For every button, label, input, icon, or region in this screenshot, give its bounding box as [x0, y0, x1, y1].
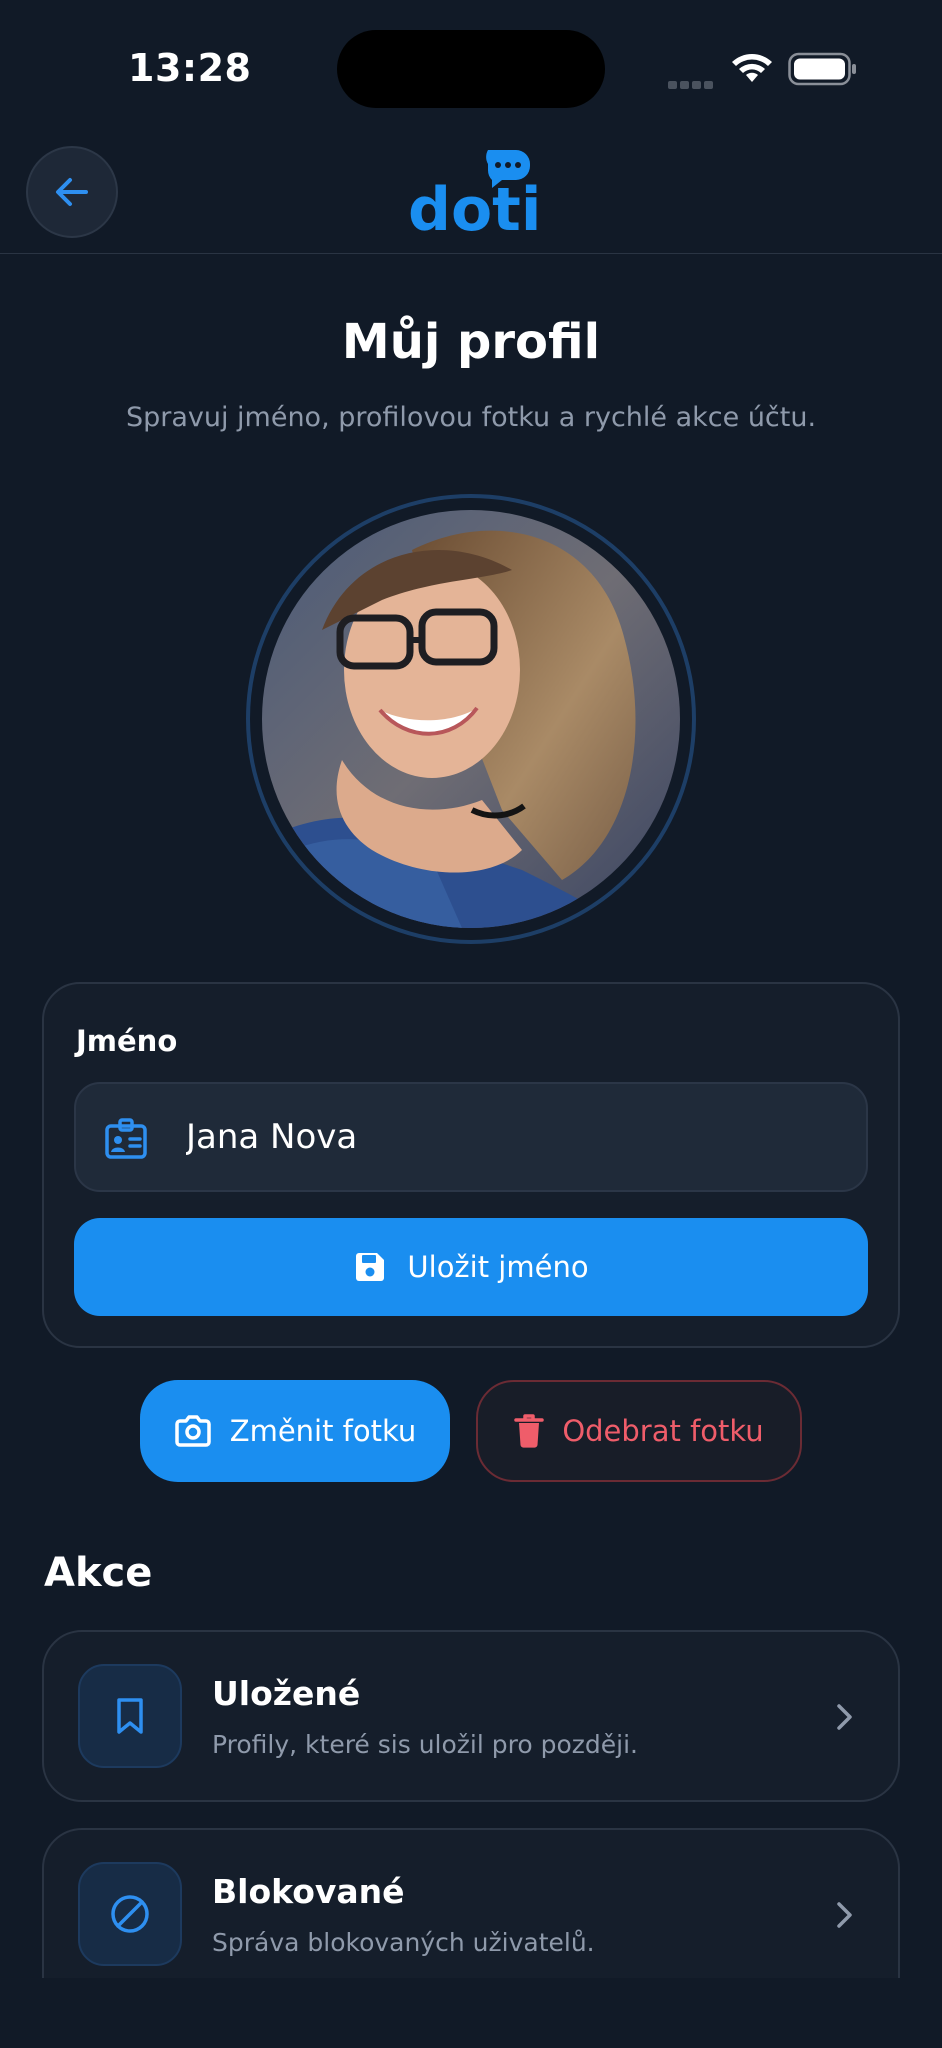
remove-photo-button[interactable]: Odebrat fotku [476, 1380, 802, 1482]
action-title: Uložené [212, 1674, 361, 1713]
trash-icon [514, 1414, 545, 1448]
app-header: doti [0, 130, 942, 254]
name-input[interactable] [186, 1084, 836, 1190]
chevron-right-icon [837, 1704, 852, 1730]
page-title: Můj profil [341, 314, 601, 370]
save-name-label: Uložit jméno [407, 1250, 589, 1284]
change-photo-label: Změnit fotku [229, 1414, 417, 1448]
change-photo-button[interactable]: Změnit fotku [140, 1380, 450, 1482]
action-item-blocked[interactable]: Blokované Správa blokovaných uživatelů. [42, 1828, 900, 1978]
action-icon-box [78, 1862, 182, 1966]
floppy-disk-icon [356, 1253, 385, 1281]
action-icon-box [78, 1664, 182, 1768]
profile-avatar[interactable] [246, 494, 696, 944]
name-card: Jméno Uložit jméno [42, 982, 900, 1348]
action-title: Blokované [212, 1872, 405, 1911]
action-description: Správa blokovaných uživatelů. [212, 1928, 595, 1957]
status-bar: 13:28 [0, 0, 942, 130]
app-logo: doti [406, 146, 541, 245]
scroll-fade [0, 1978, 942, 2048]
avatar-photo [262, 510, 680, 928]
logo-text: doti [408, 175, 538, 238]
arrow-left-icon [56, 178, 88, 206]
actions-section-title: Akce [44, 1550, 153, 1596]
back-button[interactable] [26, 146, 118, 238]
status-time: 13:28 [128, 46, 252, 90]
dynamic-island [337, 30, 605, 108]
name-label: Jméno [76, 1024, 178, 1058]
id-card-icon [105, 1118, 147, 1159]
bookmark-icon [117, 1698, 143, 1734]
action-description: Profily, které sis uložil pro později. [212, 1730, 638, 1759]
remove-photo-label: Odebrat fotku [562, 1414, 764, 1448]
block-icon [111, 1895, 149, 1933]
page-subtitle: Spravuj jméno, profilovou fotku a rychlé… [125, 402, 817, 433]
wifi-icon [732, 54, 772, 82]
action-item-saved[interactable]: Uložené Profily, které sis uložil pro po… [42, 1630, 900, 1802]
battery-icon [788, 52, 856, 86]
signal-icon [668, 74, 716, 93]
name-field[interactable] [74, 1082, 868, 1192]
chevron-right-icon [837, 1902, 852, 1928]
save-name-button[interactable]: Uložit jméno [74, 1218, 868, 1316]
camera-icon [174, 1415, 211, 1447]
